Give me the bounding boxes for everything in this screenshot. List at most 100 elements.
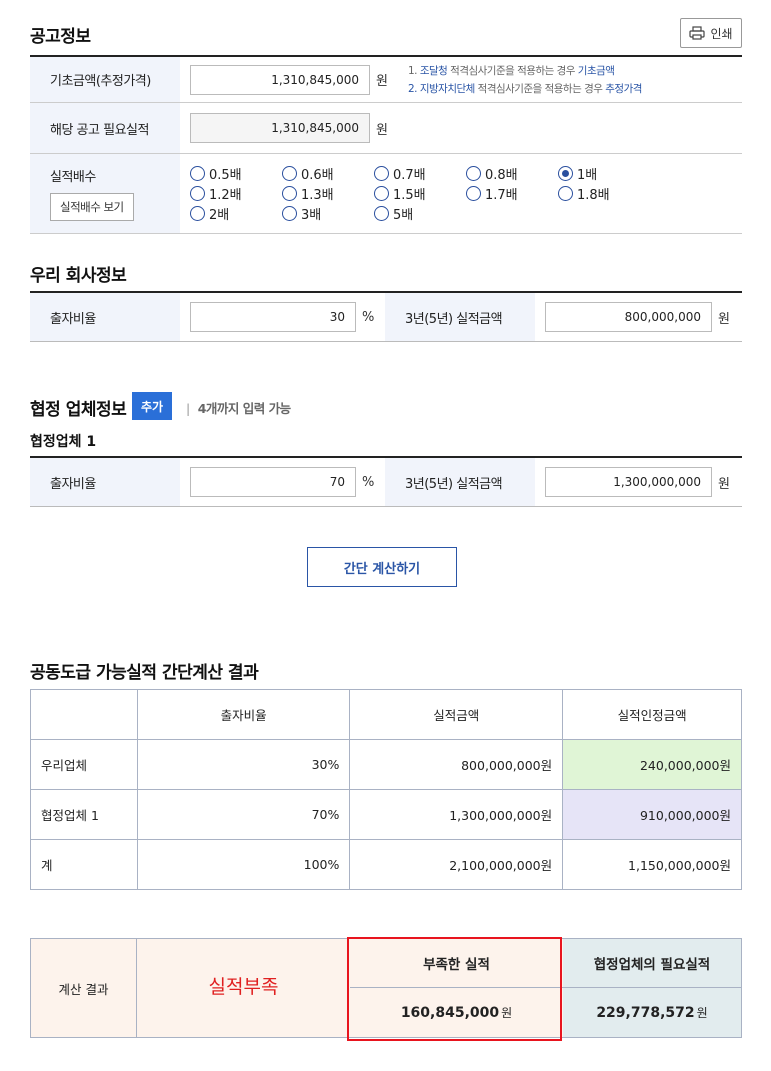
multiplier-option[interactable]: 1.5배 — [374, 184, 466, 203]
radio-icon[interactable] — [190, 165, 205, 181]
multiplier-option[interactable]: 0.6배 — [282, 164, 374, 183]
multiplier-option-label: 1.7배 — [485, 187, 518, 203]
multiplier-option[interactable]: 0.8배 — [466, 164, 558, 183]
radio-icon[interactable] — [190, 185, 205, 201]
company-amount-input[interactable] — [545, 302, 712, 332]
radio-icon[interactable] — [374, 205, 389, 221]
final-status: 실적부족 — [137, 939, 350, 1037]
radio-icon[interactable] — [374, 185, 389, 201]
base-amount-input[interactable] — [190, 64, 370, 95]
print-button[interactable]: 인쇄 — [680, 18, 742, 48]
notice-section-title: 공고정보 — [30, 27, 91, 47]
multiplier-option[interactable]: 1배 — [558, 164, 650, 183]
required-unit: 원 — [376, 122, 388, 138]
company-ratio-input[interactable] — [190, 302, 356, 332]
company-ratio-unit: % — [362, 309, 375, 325]
company-ratio-label: 출자비율 — [30, 293, 180, 341]
partner-form: 출자비율 % 3년(5년) 실적금액 원 — [30, 456, 742, 507]
radio-icon[interactable] — [558, 165, 573, 181]
company-amount-label: 3년(5년) 실적금액 — [385, 293, 535, 341]
multiplier-label: 실적배수 — [50, 170, 96, 185]
result-table: 출자비율 실적금액 실적인정금액 우리업체 30% 800,000,000원 2… — [30, 689, 742, 890]
multiplier-option[interactable]: 1.2배 — [190, 184, 282, 203]
add-partner-button[interactable]: 추가 — [132, 392, 172, 420]
partner-need-box: 협정업체의 필요실적 229,778,572 원 — [563, 939, 742, 1037]
radio-icon[interactable] — [466, 185, 481, 201]
base-amount-unit: 원 — [376, 74, 388, 89]
print-label: 인쇄 — [710, 26, 733, 41]
multiplier-option[interactable]: 5배 — [374, 204, 466, 223]
result-header-amount: 실적금액 — [349, 689, 564, 740]
multiplier-option[interactable]: 1.3배 — [282, 184, 374, 203]
partner-need-label: 협정업체의 필요실적 — [563, 939, 741, 989]
shortage-value: 160,845,000 원 — [400, 1004, 513, 1021]
radio-icon[interactable] — [374, 165, 389, 181]
result-header-blank — [30, 689, 138, 740]
row-recognized: 1,150,000,000원 — [562, 839, 742, 890]
row-amount: 2,100,000,000원 — [349, 839, 564, 890]
radio-icon[interactable] — [190, 205, 205, 221]
partner-need-value: 229,778,572 원 — [596, 1004, 708, 1021]
multiplier-option-label: 1.5배 — [393, 187, 426, 203]
row-ratio: 30% — [136, 739, 351, 790]
row-label: 협정업체 1 — [30, 789, 138, 840]
required-row: 해당 공고 필요실적 원 — [30, 103, 742, 154]
multiplier-option-label: 1.8배 — [577, 187, 610, 203]
row-label: 우리업체 — [30, 739, 138, 790]
multiplier-option[interactable]: 3배 — [282, 204, 374, 223]
base-amount-label: 기초금액(추정가격) — [30, 57, 180, 102]
partner-1-title: 협정업체 1 — [30, 434, 97, 450]
notice-form: 기초금액(추정가격) 원 1. 조달청 적격심사기준을 적용하는 경우 기초금액… — [30, 55, 742, 234]
base-amount-row: 기초금액(추정가격) 원 1. 조달청 적격심사기준을 적용하는 경우 기초금액… — [30, 57, 742, 103]
multiplier-option-label: 0.7배 — [393, 167, 426, 183]
multiplier-option-label: 0.5배 — [209, 167, 242, 183]
required-label: 해당 공고 필요실적 — [30, 103, 180, 153]
note-1: 1. 조달청 적격심사기준을 적용하는 경우 기초금액 — [407, 64, 615, 77]
partner-section-title: 협정 업체정보 — [30, 400, 127, 420]
printer-icon — [689, 26, 706, 40]
view-multiplier-button[interactable]: 실적배수 보기 — [50, 193, 134, 221]
amount-notes: 1. 조달청 적격심사기준을 적용하는 경우 기초금액 2. 지방자치단체 적격… — [408, 62, 642, 98]
final-result: 계산 결과 실적부족 부족한 실적 160,845,000 원 협정업체의 필요실… — [30, 938, 742, 1038]
radio-icon[interactable] — [282, 185, 297, 201]
row-ratio: 100% — [136, 839, 351, 890]
required-input — [190, 113, 370, 143]
multiplier-option[interactable]: 0.7배 — [374, 164, 466, 183]
row-amount: 800,000,000원 — [349, 739, 564, 790]
multiplier-option-label: 5배 — [393, 207, 414, 223]
shortage-box: 부족한 실적 160,845,000 원 — [350, 939, 563, 1037]
multiplier-option-label: 1배 — [577, 167, 598, 183]
multiplier-radio-group: 0.5배 0.6배 0.7배 0.8배 1배 1.2배 1.3배 1.5배 1.7배 1.8배 2배… — [190, 162, 650, 223]
radio-icon[interactable] — [466, 165, 481, 181]
result-section-title: 공동도급 가능실적 간단계산 결과 — [30, 663, 259, 683]
row-ratio: 70% — [136, 789, 351, 840]
multiplier-option[interactable]: 2배 — [190, 204, 282, 223]
table-row: 우리업체 30% 800,000,000원 240,000,000원 — [30, 739, 742, 790]
multiplier-option-label: 3배 — [301, 207, 322, 223]
multiplier-option-label: 1.2배 — [209, 187, 242, 203]
multiplier-option-label: 2배 — [209, 207, 230, 223]
shortage-label: 부족한 실적 — [350, 939, 563, 989]
partner-ratio-input[interactable] — [190, 467, 356, 497]
multiplier-option[interactable]: 1.7배 — [466, 184, 558, 203]
partner-amount-label: 3년(5년) 실적금액 — [385, 458, 535, 506]
final-label: 계산 결과 — [30, 939, 137, 1037]
row-recognized: 910,000,000원 — [562, 789, 742, 840]
result-header-recognized: 실적인정금액 — [562, 689, 742, 740]
radio-icon[interactable] — [282, 205, 297, 221]
company-section-title: 우리 회사정보 — [30, 266, 127, 286]
company-form: 출자비율 % 3년(5년) 실적금액 원 — [30, 291, 742, 342]
calculate-button[interactable]: 간단 계산하기 — [307, 547, 457, 587]
company-amount-unit: 원 — [718, 311, 730, 327]
multiplier-option[interactable]: 1.8배 — [558, 184, 650, 203]
table-row: 협정업체 1 70% 1,300,000,000원 910,000,000원 — [30, 789, 742, 840]
result-header-ratio: 출자비율 — [136, 689, 351, 740]
note-2: 2. 지방자치단체 적격심사기준을 적용하는 경우 추정가격 — [407, 82, 642, 95]
radio-icon[interactable] — [282, 165, 297, 181]
multiplier-option-label: 1.3배 — [301, 187, 334, 203]
add-partner-hint: | 4개까지 입력 가능 — [186, 401, 291, 416]
table-row: 계 100% 2,100,000,000원 1,150,000,000원 — [30, 839, 742, 890]
radio-icon[interactable] — [558, 185, 573, 201]
partner-amount-input[interactable] — [545, 467, 712, 497]
multiplier-option[interactable]: 0.5배 — [190, 164, 282, 183]
